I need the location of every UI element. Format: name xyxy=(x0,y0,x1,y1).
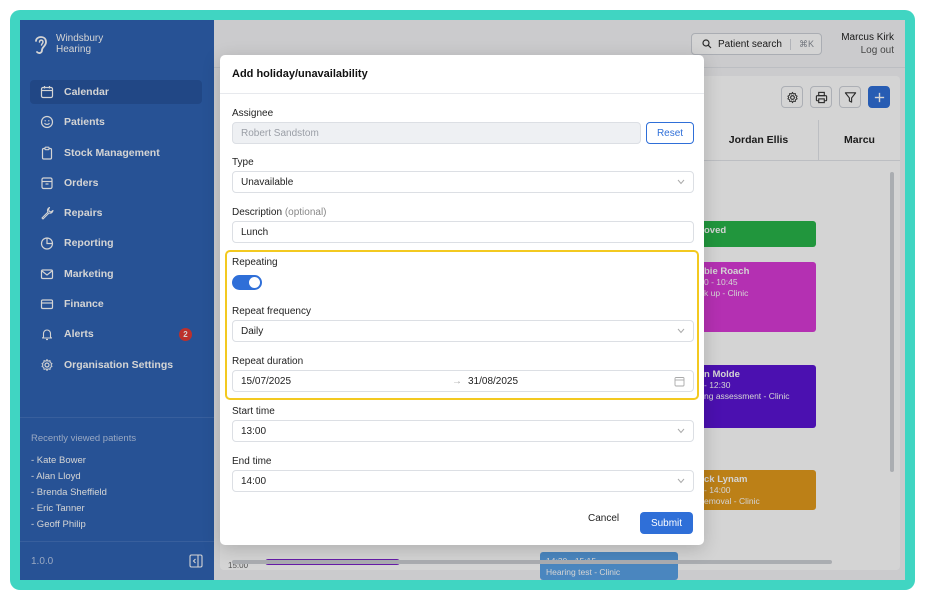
end-time-label: End time xyxy=(232,456,272,467)
repeating-label: Repeating xyxy=(232,257,278,268)
end-time-value: 14:00 xyxy=(241,475,267,487)
reset-button[interactable]: Reset xyxy=(646,122,694,144)
type-value: Unavailable xyxy=(241,176,294,188)
description-label-text: Description xyxy=(232,207,283,218)
assignee-field: Robert Sandstom xyxy=(232,122,641,144)
chevron-down-icon xyxy=(677,328,685,334)
dialog-divider xyxy=(220,93,704,94)
range-arrow-icon: → xyxy=(452,375,462,387)
repeat-frequency-value: Daily xyxy=(241,325,264,337)
description-value: Lunch xyxy=(241,226,269,238)
chevron-down-icon xyxy=(677,428,685,434)
chevron-down-icon xyxy=(677,179,685,185)
assignee-label: Assignee xyxy=(232,108,274,119)
assignee-value: Robert Sandstom xyxy=(241,127,319,139)
start-time-value: 13:00 xyxy=(241,425,267,437)
repeating-toggle[interactable] xyxy=(232,275,262,290)
optional-hint: (optional) xyxy=(284,207,327,218)
type-select[interactable]: Unavailable xyxy=(232,171,694,193)
duration-start-date[interactable]: 15/07/2025 xyxy=(241,376,291,387)
cancel-button[interactable]: Cancel xyxy=(588,513,619,524)
type-label: Type xyxy=(232,157,254,168)
repeat-duration-label: Repeat duration xyxy=(232,356,304,367)
dialog-title: Add holiday/unavailability xyxy=(232,68,368,80)
duration-end-date[interactable]: 31/08/2025 xyxy=(468,376,518,387)
submit-button[interactable]: Submit xyxy=(640,512,693,534)
end-time-select[interactable]: 14:00 xyxy=(232,470,694,492)
repeat-frequency-label: Repeat frequency xyxy=(232,306,311,317)
repeat-duration-range[interactable]: 15/07/2025 → 31/08/2025 xyxy=(232,370,694,392)
description-input[interactable]: Lunch xyxy=(232,221,694,243)
app-window: Windsbury Hearing Calendar Patients Stoc… xyxy=(20,20,905,580)
toggle-knob xyxy=(249,277,260,288)
repeat-frequency-select[interactable]: Daily xyxy=(232,320,694,342)
chevron-down-icon xyxy=(677,478,685,484)
add-unavailability-dialog: Add holiday/unavailability Assignee Robe… xyxy=(220,55,704,545)
start-time-select[interactable]: 13:00 xyxy=(232,420,694,442)
start-time-label: Start time xyxy=(232,406,275,417)
description-label: Description (optional) xyxy=(232,207,327,218)
calendar-icon xyxy=(674,377,685,387)
